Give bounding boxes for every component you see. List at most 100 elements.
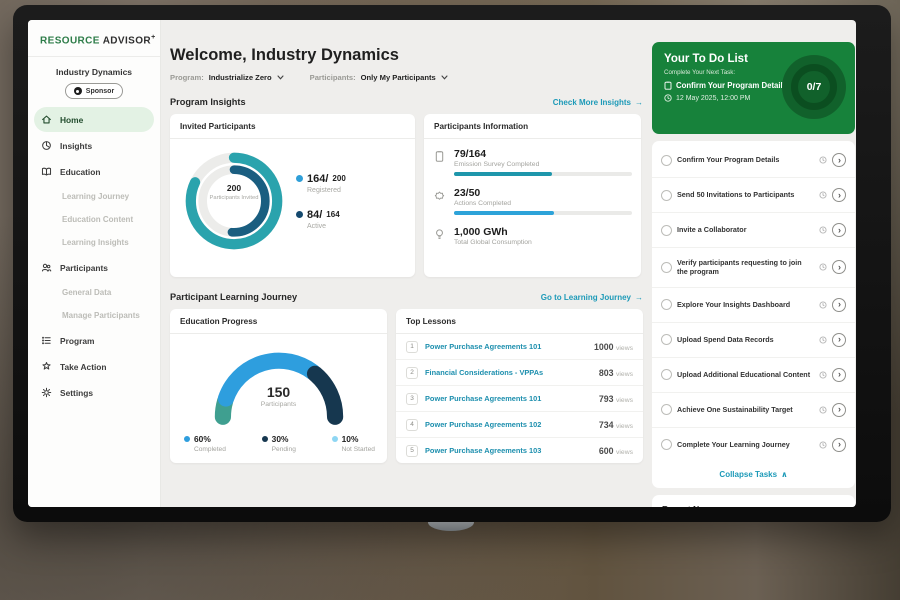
chevron-right-icon: › [838, 299, 841, 309]
sidebar-item-participants[interactable]: Participants [34, 255, 154, 280]
sidebar-item-label: Education [60, 167, 100, 177]
clock-icon [819, 371, 827, 379]
lesson-row: 3 Power Purchase Agreements 101 793 view… [396, 386, 643, 412]
task-row[interactable]: Invite a Collaborator › [652, 213, 855, 248]
legend-pct: 60% [194, 434, 211, 444]
task-row[interactable]: Achieve One Sustainability Target › [652, 393, 855, 428]
donut-legend: 164/200 Registered 84/164 Active [296, 173, 346, 230]
participants-dropdown[interactable]: Only My Participants [361, 73, 448, 82]
task-open-button[interactable]: › [832, 260, 846, 274]
task-label: Explore Your Insights Dashboard [677, 300, 814, 309]
task-open-button[interactable]: › [832, 223, 846, 237]
task-row[interactable]: Verify participants requesting to join t… [652, 248, 855, 288]
sidebar-item-learning-journey[interactable]: Learning Journey [34, 185, 154, 208]
sidebar-item-label: Learning Insights [62, 238, 129, 247]
task-row[interactable]: Confirm Your Program Details › [652, 143, 855, 178]
task-row[interactable]: Upload Spend Data Records › [652, 323, 855, 358]
lesson-views-word: views [616, 397, 633, 404]
legend-pct: 30% [272, 434, 289, 444]
sponsor-badge[interactable]: Sponsor [65, 83, 123, 99]
legend-label: Pending [272, 446, 296, 453]
chevron-right-icon: › [838, 262, 841, 272]
main-content: Welcome, Industry Dynamics Program: Indu… [161, 20, 652, 507]
lesson-link[interactable]: Power Purchase Agreements 102 [425, 420, 592, 429]
sidebar-item-program[interactable]: Program [34, 328, 154, 353]
top-lessons-card: Top Lessons 1 Power Purchase Agreements … [396, 309, 643, 463]
settings-icon [41, 387, 52, 398]
actions-progress-bar [454, 211, 632, 215]
lesson-rank-badge: 2 [406, 367, 418, 379]
program-dropdown[interactable]: Industrialize Zero [209, 73, 284, 82]
task-open-button[interactable]: › [832, 403, 846, 417]
app-logo: RESOURCE ADVISOR+ [28, 20, 160, 57]
insights-cards-row: Invited Participants 200 Participants In… [170, 114, 643, 277]
sidebar-item-education[interactable]: Education [34, 159, 154, 184]
task-label: Invite a Collaborator [677, 225, 814, 234]
link-label: Check More Insights [553, 98, 631, 107]
lesson-views-count: 803 [599, 368, 614, 378]
sidebar-item-take-action[interactable]: Take Action [34, 354, 154, 379]
task-open-button[interactable]: › [832, 438, 846, 452]
lesson-link[interactable]: Financial Considerations - VPPAs [425, 368, 592, 377]
task-label: Upload Spend Data Records [677, 335, 814, 344]
lesson-link[interactable]: Power Purchase Agreements 101 [425, 394, 592, 403]
lesson-rank-badge: 3 [406, 393, 418, 405]
lesson-views-count: 734 [599, 420, 614, 430]
sidebar-item-education-content[interactable]: Education Content [34, 208, 154, 231]
clock-icon [819, 191, 827, 199]
task-checkbox[interactable] [661, 404, 672, 415]
task-checkbox[interactable] [661, 155, 672, 166]
lesson-link[interactable]: Power Purchase Agreements 101 [425, 342, 587, 351]
sidebar: RESOURCE ADVISOR+ Industry Dynamics Spon… [28, 20, 161, 507]
task-checkbox[interactable] [661, 299, 672, 310]
legend-dot-completed [184, 436, 190, 442]
sidebar-item-manage-participants[interactable]: Manage Participants [34, 304, 154, 327]
gauge-legend: 60% Completed 30% Pending 10% Not Starte… [170, 428, 387, 453]
legend-value: 164/ [307, 173, 328, 185]
task-open-button[interactable]: › [832, 153, 846, 167]
sidebar-item-home[interactable]: Home [34, 107, 154, 132]
task-checkbox[interactable] [661, 190, 672, 201]
legend-label: Active [307, 223, 346, 230]
lesson-link[interactable]: Power Purchase Agreements 103 [425, 446, 592, 455]
clock-icon [819, 406, 827, 414]
task-checkbox[interactable] [661, 225, 672, 236]
monitor-bezel: RESOURCE ADVISOR+ Industry Dynamics Spon… [13, 5, 891, 522]
legend-item-active: 84/164 Active [296, 209, 346, 230]
task-checkbox[interactable] [661, 369, 672, 380]
task-row[interactable]: Send 50 Invitations to Participants › [652, 178, 855, 213]
sidebar-item-settings[interactable]: Settings [34, 380, 154, 405]
legend-label: Registered [307, 187, 346, 194]
info-value: 1,000 GWh [454, 226, 532, 238]
info-label: Emission Survey Completed [454, 161, 632, 168]
task-checkbox[interactable] [661, 334, 672, 345]
sidebar-item-insights[interactable]: Insights [34, 133, 154, 158]
sidebar-item-general-data[interactable]: General Data [34, 281, 154, 304]
check-more-insights-link[interactable]: Check More Insights → [553, 98, 643, 107]
sponsor-icon [74, 87, 82, 95]
sidebar-item-label: Take Action [60, 362, 107, 372]
invited-donut-chart: 200 Participants Invited [180, 147, 288, 255]
legend-label: Completed [194, 446, 226, 453]
task-open-button[interactable]: › [832, 298, 846, 312]
logo-primary: RESOURCE [40, 35, 100, 46]
sidebar-item-learning-insights[interactable]: Learning Insights [34, 231, 154, 254]
info-row-survey: 79/164 Emission Survey Completed [434, 148, 629, 176]
collapse-tasks-link[interactable]: Collapse Tasks ∧ [652, 462, 855, 486]
chevron-right-icon: › [838, 334, 841, 344]
participants-filter-label: Participants: [310, 73, 356, 82]
task-row[interactable]: Upload Additional Educational Content › [652, 358, 855, 393]
legend-dot-active [296, 211, 303, 218]
task-row[interactable]: Explore Your Insights Dashboard › [652, 288, 855, 323]
arrow-right-icon: → [635, 293, 643, 302]
task-checkbox[interactable] [661, 439, 672, 450]
task-open-button[interactable]: › [832, 333, 846, 347]
card-title: Top Lessons [396, 309, 643, 334]
task-row[interactable]: Complete Your Learning Journey › [652, 428, 855, 462]
task-open-button[interactable]: › [832, 188, 846, 202]
go-to-learning-journey-link[interactable]: Go to Learning Journey → [541, 293, 643, 302]
page-title: Welcome, Industry Dynamics [170, 46, 643, 65]
task-open-button[interactable]: › [832, 368, 846, 382]
task-checkbox[interactable] [661, 262, 672, 273]
education-icon [41, 166, 52, 177]
